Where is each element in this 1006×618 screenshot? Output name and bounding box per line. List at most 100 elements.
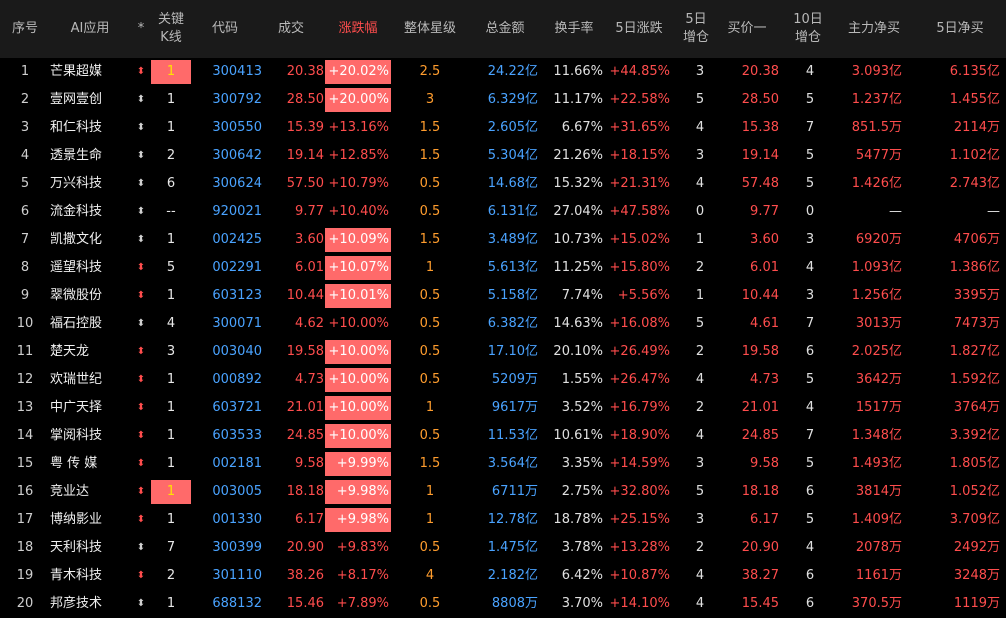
col-price[interactable]: 成交 [262,0,320,58]
table-row[interactable]: ⬍ 20 邦彦技术 1 688132 15.46 +7.89% 0.5 8808万 3.70% +1… [0,590,1006,618]
stock-name[interactable]: 透景生命 [50,142,130,170]
stock-code[interactable]: 920021 [198,198,262,226]
table-row[interactable]: ⬍ 6 流金科技 -- 920021 9.77 +10.40% 0.5 6.131亿 27.04%… [0,198,1006,226]
col-amount[interactable]: 总金额 [472,0,538,58]
stock-name[interactable]: 天利科技 [50,534,130,562]
col-turnover[interactable]: 换手率 [545,0,603,58]
table-row[interactable]: ⬍ 17 博纳影业 1 001330 6.17 +9.98% 1 12.78亿 18.78% +25… [0,506,1006,534]
stock-name[interactable]: 遥望科技 [50,254,130,282]
stock-code[interactable]: 603533 [198,422,262,450]
table-row[interactable]: ⬍ 12 欢瑞世纪 1 000892 4.73 +10.00% 0.5 5209万 1.55% +2… [0,366,1006,394]
stock-name[interactable]: 邦彦技术 [50,590,130,618]
stock-code[interactable]: 002181 [198,450,262,478]
col-flag[interactable]: * [134,0,148,58]
stock-name[interactable]: 福石控股 [50,310,130,338]
table-row[interactable]: ⬍ 5 万兴科技 6 300624 57.50 +10.79% 0.5 14.68亿 15.32%… [0,170,1006,198]
stock-code[interactable]: 300624 [198,170,262,198]
table-row[interactable]: ⬍ 7 凯撒文化 1 002425 3.60 +10.09% 1.5 3.489亿 10.73% +… [0,226,1006,254]
stock-name[interactable]: 楚天龙 [50,338,130,366]
stock-code[interactable]: 300642 [198,142,262,170]
row-seq: 11 [16,344,34,359]
col-add10[interactable]: 10日 增仓 [786,0,830,58]
col-star[interactable]: 整体星级 [396,0,464,58]
table-row[interactable]: ⬍ 2 壹网壹创 1 300792 28.50 +20.00% 3 6.329亿 11.17% +2… [0,86,1006,114]
col-seq[interactable]: 序号 [0,0,50,58]
stock-code[interactable]: 300792 [198,86,262,114]
table-row[interactable]: ⬍ 9 翠微股份 1 603123 10.44 +10.01% 0.5 5.158亿 7.74% +… [0,282,1006,310]
table-row[interactable]: ⬍ 13 中广天择 1 603721 21.01 +10.00% 1 9617万 3.52% +16… [0,394,1006,422]
stock-name[interactable]: 粤 传 媒 [50,450,130,478]
stock-name[interactable]: 万兴科技 [50,170,130,198]
row-seq: 18 [16,540,34,555]
table-row[interactable]: ⬍ 18 天利科技 7 300399 20.90 +9.83% 0.5 1.475亿 3.78% +… [0,534,1006,562]
five-day-change: +15.80% [609,260,670,275]
five-day-change: +5.56% [617,288,670,303]
five-day-net-buy: 3.392亿 [949,428,1000,443]
col-code[interactable]: 代码 [198,0,252,58]
five-day-add: 3 [695,64,705,79]
five-day-net-buy: 1.827亿 [949,344,1000,359]
table-row[interactable]: ⬍ 1 芒果超媒 1 300413 20.38 +20.02% 2.5 24.22亿 11.66%… [0,58,1006,86]
main-net-buy: 2078万 [855,540,902,555]
table-row[interactable]: ⬍ 14 掌阅科技 1 603533 24.85 +10.00% 0.5 11.53亿 10.61… [0,422,1006,450]
stock-name[interactable]: 博纳影业 [50,506,130,534]
table-row[interactable]: ⬍ 19 青木科技 2 301110 38.26 +8.17% 4 2.182亿 6.42% +10… [0,562,1006,590]
row-seq: 10 [16,316,34,331]
stock-code[interactable]: 001330 [198,506,262,534]
table-row[interactable]: ⬍ 10 福石控股 4 300071 4.62 +10.00% 0.5 6.382亿 14.63%… [0,310,1006,338]
col-pct[interactable]: 涨跌幅 [325,0,391,58]
col-kline[interactable]: 关键 K线 [151,0,191,58]
kline-count: 1 [166,596,176,611]
stock-code[interactable]: 300413 [198,58,262,86]
col-name[interactable]: AI应用 [50,0,130,58]
table-row[interactable]: ⬍ 15 粤 传 媒 1 002181 9.58 +9.99% 1.5 3.564亿 3.35% +… [0,450,1006,478]
col-rise5[interactable]: 5日涨跌 [608,0,670,58]
stock-name[interactable]: 青木科技 [50,562,130,590]
change-percent: +9.83% [336,540,389,555]
col-buy1[interactable]: 买价一 [720,0,774,58]
stock-name[interactable]: 壹网壹创 [50,86,130,114]
total-amount: 1.475亿 [487,540,538,555]
stock-code[interactable]: 300071 [198,310,262,338]
stock-code[interactable]: 002425 [198,226,262,254]
stock-code[interactable]: 603123 [198,282,262,310]
table-row[interactable]: ⬍ 8 遥望科技 5 002291 6.01 +10.07% 1 5.613亿 11.25% +15… [0,254,1006,282]
stock-code[interactable]: 603721 [198,394,262,422]
ten-day-add: 5 [805,372,815,387]
stock-code[interactable]: 002291 [198,254,262,282]
stock-table: 序号 AI应用 * 关键 K线 代码 成交 涨跌幅 整体星级 总金额 换手率 5… [0,0,1006,618]
star-rating: 0.5 [419,372,441,387]
last-price: 57.50 [286,176,324,191]
five-day-net-buy: 2.743亿 [949,176,1000,191]
stock-code[interactable]: 300550 [198,114,262,142]
stock-code[interactable]: 003040 [198,338,262,366]
stock-name[interactable]: 欢瑞世纪 [50,366,130,394]
stock-code[interactable]: 300399 [198,534,262,562]
main-net-buy: 1.256亿 [851,288,902,303]
stock-name[interactable]: 和仁科技 [50,114,130,142]
stock-name[interactable]: 流金科技 [50,198,130,226]
stock-name[interactable]: 掌阅科技 [50,422,130,450]
col-add5[interactable]: 5日 增仓 [676,0,716,58]
table-row[interactable]: ⬍ 16 竞业达 1 003005 18.18 +9.98% 1 6711万 2.75% +32.8… [0,478,1006,506]
row-seq: 13 [16,400,34,415]
star-rating: 1.5 [419,120,441,135]
stock-code[interactable]: 688132 [198,590,262,618]
stock-code[interactable]: 301110 [198,562,262,590]
stock-name[interactable]: 芒果超媒 [50,58,130,86]
stock-code[interactable]: 003005 [198,478,262,506]
stock-name[interactable]: 翠微股份 [50,282,130,310]
table-row[interactable]: ⬍ 4 透景生命 2 300642 19.14 +12.85% 1.5 5.304亿 21.26%… [0,142,1006,170]
table-row[interactable]: ⬍ 3 和仁科技 1 300550 15.39 +13.16% 1.5 2.605亿 6.67% +… [0,114,1006,142]
col-net5[interactable]: 5日净买 [920,0,1000,58]
stock-name[interactable]: 竞业达 [50,478,130,506]
bid-price-1: 9.77 [750,204,779,219]
five-day-change: +10.87% [609,568,670,583]
col-main[interactable]: 主力净买 [840,0,908,58]
total-amount: 6.131亿 [487,204,538,219]
stock-name[interactable]: 凯撒文化 [50,226,130,254]
main-net-buy: 1161万 [855,568,902,583]
stock-name[interactable]: 中广天择 [50,394,130,422]
table-row[interactable]: ⬍ 11 楚天龙 3 003040 19.58 +10.00% 0.5 17.10亿 20.10%… [0,338,1006,366]
stock-code[interactable]: 000892 [198,366,262,394]
